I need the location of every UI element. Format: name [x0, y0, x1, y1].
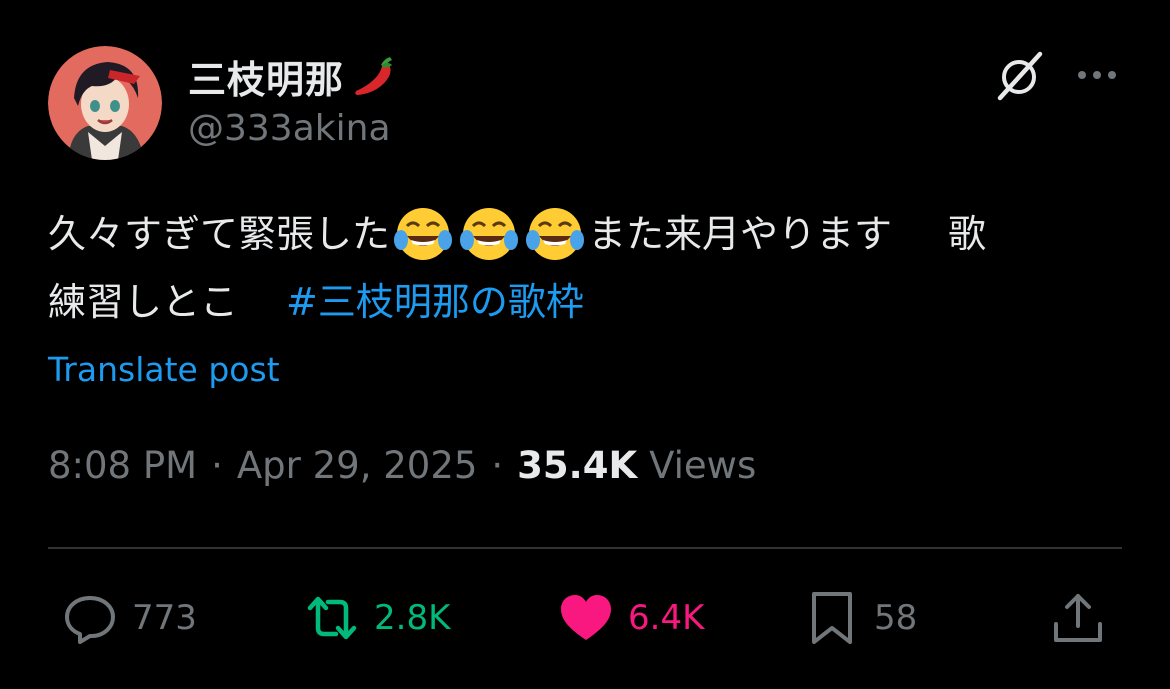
- hashtag-link[interactable]: #三枝明那の歌枠: [286, 268, 584, 336]
- meta-separator: ·: [211, 444, 223, 487]
- retweet-button[interactable]: 2.8K: [304, 586, 450, 650]
- divider: [48, 547, 1122, 549]
- action-bar: 773 2.8K 6.4K 58: [0, 586, 1170, 650]
- avatar[interactable]: [48, 46, 162, 160]
- face-with-tears-of-joy-icon: [525, 204, 585, 264]
- hot-pepper-icon: [348, 51, 398, 101]
- views-label[interactable]: Views: [649, 444, 756, 487]
- meta-separator: ·: [491, 444, 504, 487]
- display-name[interactable]: 三枝明那: [188, 49, 344, 104]
- face-with-tears-of-joy-icon: [393, 204, 453, 264]
- share-icon: [1054, 594, 1102, 642]
- reply-icon: [65, 596, 115, 644]
- author-name-row[interactable]: 三枝明那: [188, 50, 398, 102]
- share-button[interactable]: [1050, 586, 1106, 650]
- like-count: 6.4K: [628, 598, 705, 638]
- heart-icon: [561, 595, 611, 640]
- face-with-tears-of-joy-icon: [459, 204, 519, 264]
- post-line-2: 練習しとこ #三枝明那の歌枠: [48, 268, 1128, 336]
- bookmark-button[interactable]: 58: [804, 586, 917, 650]
- post-line-1: 久々すぎて緊張した また来月やります 歌: [48, 200, 1128, 268]
- post-text-segment: 歌: [948, 212, 987, 256]
- reply-button[interactable]: 773: [62, 586, 197, 650]
- views-count[interactable]: 35.4K: [517, 444, 637, 487]
- post-date[interactable]: Apr 29, 2025: [237, 444, 478, 487]
- like-button[interactable]: 6.4K: [558, 586, 704, 650]
- more-icon[interactable]: [1074, 60, 1120, 90]
- post-time[interactable]: 8:08 PM: [48, 444, 197, 487]
- post-text-segment: 練習しとこ: [48, 280, 239, 324]
- post-text-segment: 久々すぎて緊張した: [48, 212, 391, 256]
- post-text: 久々すぎて緊張した また来月やります 歌 練習しとこ #三枝明那の歌枠: [48, 200, 1128, 336]
- retweet-count: 2.8K: [374, 598, 451, 638]
- translate-post-link[interactable]: Translate post: [48, 350, 280, 389]
- author-handle[interactable]: @333akina: [188, 108, 391, 149]
- post-meta: 8:08 PM · Apr 29, 2025 · 35.4K Views: [48, 444, 756, 487]
- bookmark-count: 58: [874, 598, 918, 638]
- post-text-segment: また来月やります: [588, 212, 893, 256]
- retweet-icon: [307, 596, 357, 640]
- reply-count: 773: [132, 598, 197, 638]
- bookmark-icon: [812, 592, 852, 644]
- grok-icon[interactable]: [994, 50, 1046, 102]
